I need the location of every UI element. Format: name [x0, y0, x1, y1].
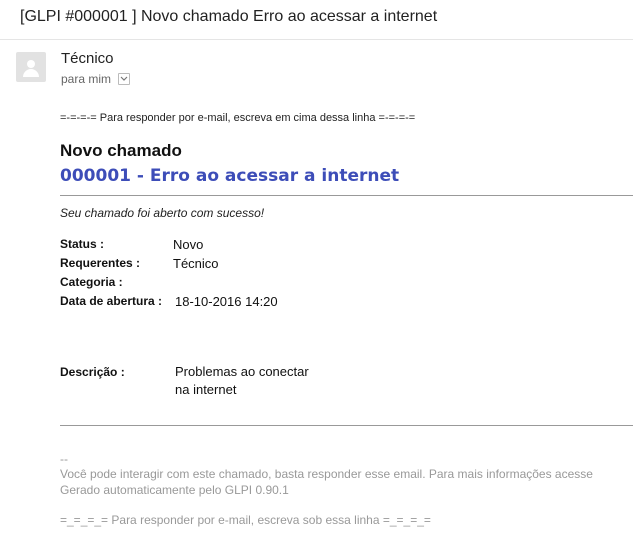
- data-abertura-value: 18-10-2016 14:20: [175, 294, 278, 309]
- recipient-details-dropdown[interactable]: [118, 72, 131, 85]
- reply-below-marker: =_=_=_= Para responder por e-mail, escre…: [60, 513, 431, 527]
- descricao-value: Problemas ao conectar na internet: [175, 363, 345, 399]
- footer-divider: [60, 425, 633, 426]
- avatar-body-shape: [23, 69, 39, 77]
- reply-above-marker: =-=-=-= Para responder por e-mail, escre…: [60, 112, 416, 124]
- data-abertura-label: Data de abertura :: [60, 294, 163, 308]
- status-label: Status :: [60, 237, 105, 251]
- requerentes-value: Técnico: [173, 256, 219, 271]
- email-subject: [GLPI #000001 ] Novo chamado Erro ao ace…: [20, 8, 438, 25]
- descricao-line-2: na internet: [175, 382, 237, 397]
- ticket-heading: Novo chamado: [60, 141, 182, 160]
- confirmation-message: Seu chamado foi aberto com sucesso!: [60, 206, 265, 220]
- avatar[interactable]: [16, 52, 46, 82]
- descricao-label: Descrição :: [60, 365, 125, 379]
- sender-name[interactable]: Técnico: [61, 50, 114, 67]
- ticket-title: 000001 - Erro ao acessar a internet: [60, 166, 400, 186]
- header-divider: [0, 39, 633, 40]
- chevron-down-icon: [120, 76, 128, 81]
- content-divider: [60, 195, 633, 196]
- signature-separator: --: [60, 452, 68, 466]
- descricao-line-1: Problemas ao conectar: [175, 364, 309, 379]
- recipient-line: para mim: [61, 72, 131, 86]
- recipient-label: para mim: [61, 72, 112, 86]
- footer-info: Você pode interagir com este chamado, ba…: [60, 467, 593, 481]
- requerentes-label: Requerentes :: [60, 256, 141, 270]
- avatar-head-shape: [27, 60, 35, 68]
- categoria-label: Categoria :: [60, 275, 123, 289]
- status-value: Novo: [173, 237, 204, 252]
- footer-generated: Gerado automaticamente pelo GLPI 0.90.1: [60, 483, 289, 497]
